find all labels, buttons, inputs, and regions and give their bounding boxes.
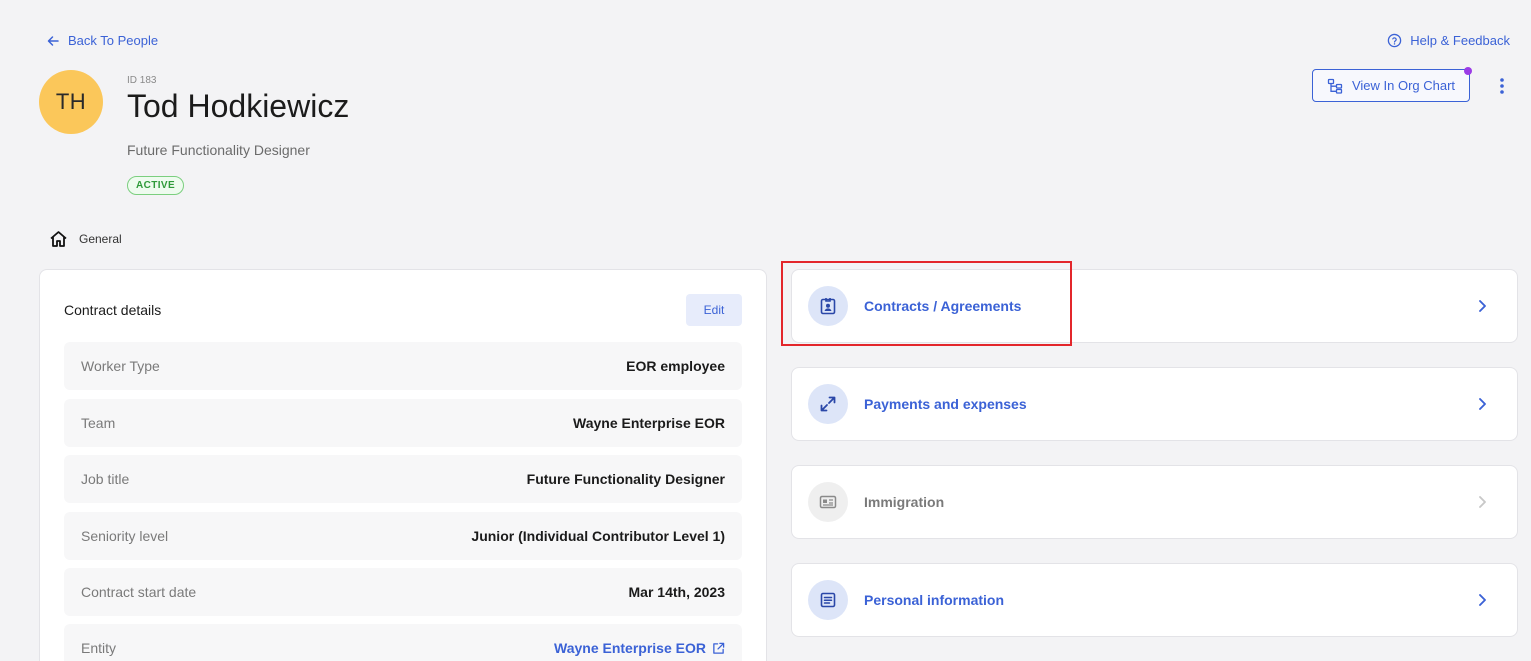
section-label: Immigration <box>864 494 945 510</box>
section-immigration[interactable]: Immigration <box>791 465 1518 539</box>
detail-value: EOR employee <box>626 358 725 374</box>
detail-row-entity: Entity Wayne Enterprise EOR <box>64 624 742 661</box>
notification-dot <box>1464 67 1472 75</box>
id-card-icon <box>808 482 848 522</box>
view-in-org-chart-label: View In Org Chart <box>1351 78 1456 93</box>
section-label: Payments and expenses <box>864 396 1027 412</box>
entity-link[interactable]: Wayne Enterprise EOR <box>554 640 725 656</box>
breadcrumb: General <box>49 230 122 248</box>
entity-link-label: Wayne Enterprise EOR <box>554 640 706 656</box>
detail-label: Seniority level <box>81 528 169 544</box>
chevron-right-icon <box>1479 300 1486 312</box>
person-id: ID 183 <box>127 75 157 86</box>
back-to-people-link[interactable]: Back To People <box>46 33 158 48</box>
detail-value: Mar 14th, 2023 <box>628 584 726 600</box>
more-options-button[interactable] <box>1495 76 1509 96</box>
detail-row-job-title: Job title Future Functionality Designer <box>64 455 742 503</box>
contract-details-title: Contract details <box>64 302 162 318</box>
help-circle-icon <box>1388 33 1402 48</box>
person-name: Tod Hodkiewicz <box>127 88 350 124</box>
detail-value: Future Functionality Designer <box>526 471 725 487</box>
view-in-org-chart-button[interactable]: View In Org Chart <box>1312 67 1472 102</box>
detail-value: Wayne Enterprise EOR <box>573 415 725 431</box>
section-personal-information[interactable]: Personal information <box>791 563 1518 637</box>
section-contracts-agreements[interactable]: Contracts / Agreements <box>791 269 1518 343</box>
detail-label: Team <box>81 415 116 431</box>
detail-label: Worker Type <box>81 358 160 374</box>
home-icon <box>50 231 67 247</box>
chevron-right-icon <box>1479 594 1486 606</box>
detail-row-seniority-level: Seniority level Junior (Individual Contr… <box>64 512 742 560</box>
status-badge: ACTIVE <box>127 176 185 195</box>
kebab-menu-icon <box>1500 78 1504 94</box>
detail-label: Contract start date <box>81 584 197 600</box>
chevron-right-icon <box>1479 398 1486 410</box>
help-feedback-label: Help & Feedback <box>1410 33 1510 48</box>
document-lines-icon <box>808 580 848 620</box>
person-job-title: Future Functionality Designer <box>127 142 310 158</box>
edit-button[interactable]: Edit <box>686 294 742 326</box>
avatar-initials: TH <box>55 89 87 114</box>
detail-label: Entity <box>81 640 117 656</box>
back-to-people-label: Back To People <box>68 33 159 48</box>
breadcrumb-general[interactable]: General <box>79 232 122 246</box>
arrow-left-icon <box>47 35 59 46</box>
detail-label: Job title <box>81 471 130 487</box>
section-label: Personal information <box>864 592 1005 608</box>
help-feedback-link[interactable]: Help & Feedback <box>1387 33 1510 48</box>
chevron-right-icon <box>1479 496 1486 508</box>
org-chart-icon <box>1327 78 1343 94</box>
detail-value: Junior (Individual Contributor Level 1) <box>471 528 725 544</box>
avatar: TH <box>39 70 103 134</box>
detail-row-worker-type: Worker Type EOR employee <box>64 342 742 390</box>
detail-row-contract-start-date: Contract start date Mar 14th, 2023 <box>64 568 742 616</box>
contract-details-card: Contract details Edit Worker Type EOR em… <box>39 269 767 661</box>
detail-row-team: Team Wayne Enterprise EOR <box>64 399 742 447</box>
external-link-icon <box>713 642 725 654</box>
section-label: Contracts / Agreements <box>864 298 1022 314</box>
section-payments-expenses[interactable]: Payments and expenses <box>791 367 1518 441</box>
contract-badge-icon <box>808 286 848 326</box>
arrows-expand-icon <box>808 384 848 424</box>
